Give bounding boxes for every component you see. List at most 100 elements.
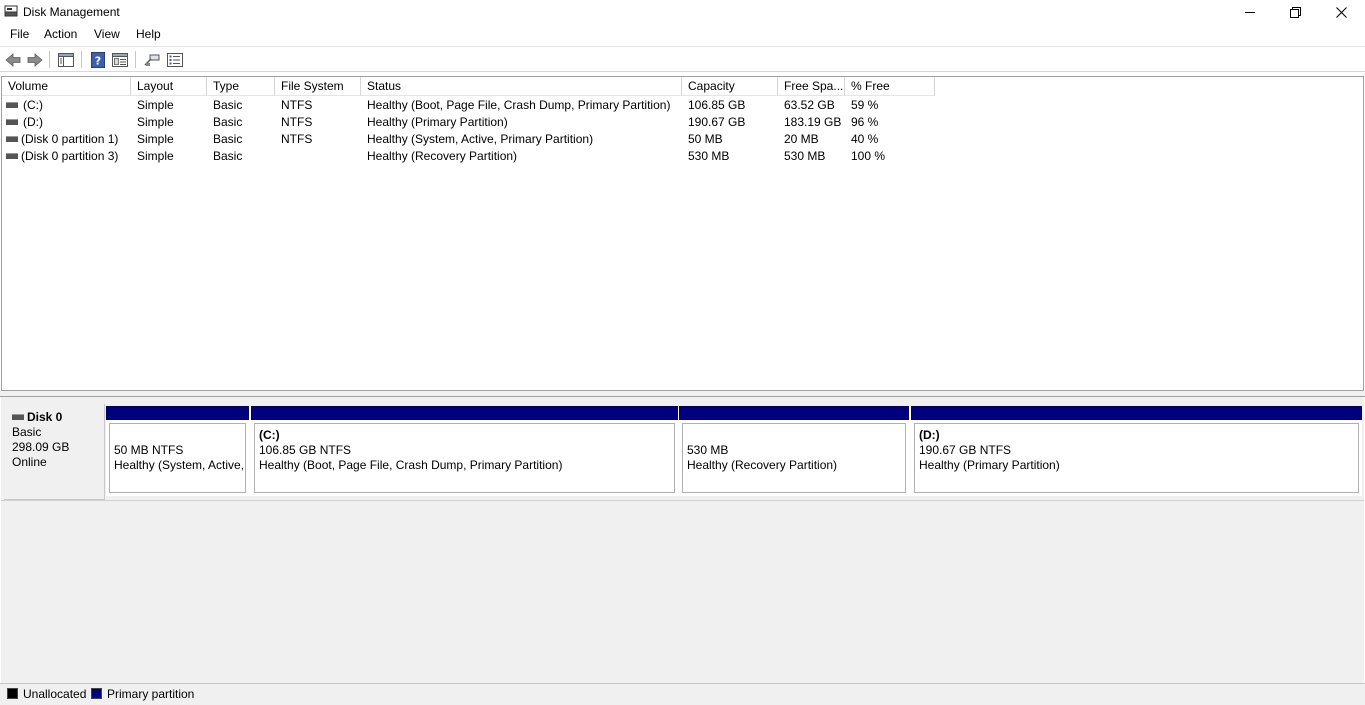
forward-button[interactable] — [26, 51, 44, 68]
volume-name: (Disk 0 partition 1) — [21, 132, 119, 146]
volume-file-system: NTFS — [281, 132, 313, 146]
volume-layout: Simple — [137, 115, 174, 129]
partition-recovery[interactable]: 530 MB Healthy (Recovery Partition) — [679, 406, 909, 496]
column-header-free-space[interactable]: Free Spa... — [778, 77, 845, 96]
divider — [1, 500, 1364, 501]
table-row[interactable]: (D:) Simple Basic NTFS Healthy (Primary … — [2, 114, 1363, 131]
volume-type: Basic — [213, 132, 243, 146]
volume-free-space: 63.52 GB — [784, 98, 835, 112]
volume-status: Healthy (System, Active, Primary Partiti… — [367, 132, 594, 146]
rescan-disks-button[interactable] — [143, 51, 161, 68]
partition-c[interactable]: (C:) 106.85 GB NTFS Healthy (Boot, Page … — [251, 406, 678, 496]
volume-name: (D:) — [23, 115, 43, 129]
column-header-capacity[interactable]: Capacity — [682, 77, 778, 96]
column-header-file-system[interactable]: File System — [275, 77, 361, 96]
volume-file-system: NTFS — [281, 115, 313, 129]
properties-button[interactable] — [111, 51, 129, 68]
volume-type: Basic — [213, 115, 243, 129]
rescan-icon — [144, 54, 160, 66]
primary-partition-bar — [679, 406, 909, 420]
volume-capacity: 106.85 GB — [688, 98, 746, 112]
partition-status: Healthy (Primary Partition) — [919, 458, 1060, 472]
partition-d[interactable]: (D:) 190.67 GB NTFS Healthy (Primary Par… — [911, 406, 1362, 496]
disk-state: Online — [12, 455, 47, 469]
title-bar: Disk Management — [0, 0, 1365, 24]
toolbar-separator — [81, 51, 82, 68]
primary-partition-swatch — [91, 688, 102, 699]
volume-layout: Simple — [137, 98, 174, 112]
toolbar-separator — [49, 51, 50, 68]
show-hide-console-tree-button[interactable] — [57, 51, 75, 68]
volume-name: (C:) — [23, 98, 43, 112]
menu-file[interactable]: File — [10, 27, 29, 41]
volume-capacity: 190.67 GB — [688, 115, 746, 129]
back-button[interactable] — [4, 51, 22, 68]
primary-partition-bar — [911, 406, 1362, 420]
menu-help[interactable]: Help — [136, 27, 161, 41]
column-header-type[interactable]: Type — [207, 77, 275, 96]
partition-status: Healthy (Recovery Partition) — [687, 458, 838, 472]
partition-size: 106.85 GB NTFS — [259, 443, 352, 457]
partition-name: (D:) — [919, 428, 940, 442]
list-view-button[interactable] — [166, 51, 184, 68]
legend-unallocated-label: Unallocated — [23, 687, 87, 701]
partition-size: 190.67 GB NTFS — [919, 443, 1012, 457]
volume-capacity: 50 MB — [688, 132, 723, 146]
partition-status: Healthy (System, Active, Primary Partiti… — [114, 458, 245, 472]
volume-percent-free: 40 % — [851, 132, 879, 146]
close-icon — [1335, 6, 1347, 18]
menu-action[interactable]: Action — [44, 27, 77, 41]
back-arrow-icon — [5, 52, 21, 67]
menu-bar: File Action View Help — [0, 24, 1365, 45]
unallocated-swatch — [7, 688, 18, 699]
volume-free-space: 183.19 GB — [784, 115, 842, 129]
list-view-icon — [167, 52, 183, 67]
volume-layout: Simple — [137, 149, 174, 163]
volume-percent-free: 100 % — [851, 149, 886, 163]
partition-system[interactable]: 50 MB NTFS Healthy (System, Active, Prim… — [106, 406, 249, 496]
volume-status: Healthy (Recovery Partition) — [367, 149, 518, 163]
volume-status: Healthy (Primary Partition) — [367, 115, 508, 129]
volume-layout: Simple — [137, 132, 174, 146]
minimize-icon — [1245, 12, 1255, 13]
column-header-percent-free[interactable]: % Free — [845, 77, 935, 96]
volume-icon — [6, 102, 18, 109]
primary-partition-bar — [251, 406, 678, 420]
disk-kind: Basic — [12, 425, 42, 439]
volume-icon — [6, 153, 18, 160]
help-icon: ? — [91, 51, 105, 68]
disk-0-partitions: 50 MB NTFS Healthy (System, Active, Prim… — [106, 406, 1362, 496]
volume-status: Healthy (Boot, Page File, Crash Dump, Pr… — [367, 98, 671, 112]
window-title: Disk Management — [23, 5, 120, 19]
disk-graphical-view: Disk 0 Basic 298.09 GB Online 50 MB NTFS… — [1, 397, 1364, 683]
volume-list[interactable]: Volume Layout Type File System Status Ca… — [1, 76, 1364, 391]
close-button[interactable] — [1318, 0, 1364, 24]
column-header-layout[interactable]: Layout — [131, 77, 207, 96]
restore-button[interactable] — [1272, 0, 1318, 24]
disk-0-label[interactable]: Disk 0 Basic 298.09 GB Online — [4, 404, 105, 500]
column-header-status[interactable]: Status — [361, 77, 682, 96]
volume-type: Basic — [213, 149, 243, 163]
properties-icon — [112, 52, 128, 67]
disk-size: 298.09 GB — [12, 440, 70, 454]
table-row[interactable]: (Disk 0 partition 1) Simple Basic NTFS H… — [2, 131, 1363, 148]
minimize-button[interactable] — [1227, 0, 1273, 24]
table-row[interactable]: (Disk 0 partition 3) Simple Basic Health… — [2, 148, 1363, 165]
menu-view[interactable]: View — [94, 27, 120, 41]
volume-free-space: 530 MB — [784, 149, 826, 163]
column-header-volume[interactable]: Volume — [2, 77, 131, 96]
help-button[interactable]: ? — [89, 51, 107, 68]
disk-name: Disk 0 — [27, 410, 63, 424]
legend-primary-label: Primary partition — [107, 687, 195, 701]
partition-size: 530 MB — [687, 443, 729, 457]
volume-icon — [6, 119, 18, 126]
disk-management-app-icon — [4, 5, 18, 17]
volume-percent-free: 59 % — [851, 98, 879, 112]
primary-partition-bar — [106, 406, 249, 420]
toolbar-separator — [135, 51, 136, 68]
table-row[interactable]: (C:) Simple Basic NTFS Healthy (Boot, Pa… — [2, 97, 1363, 114]
svg-text:?: ? — [95, 54, 101, 67]
volume-name: (Disk 0 partition 3) — [21, 149, 119, 163]
volume-capacity: 530 MB — [688, 149, 730, 163]
restore-icon — [1289, 6, 1301, 18]
